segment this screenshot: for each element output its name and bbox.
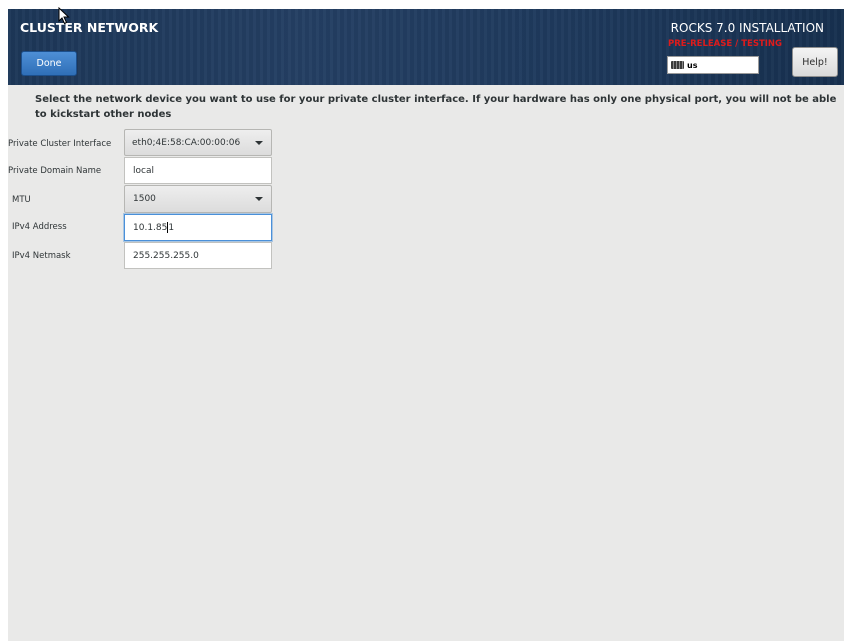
domain-field[interactable]: local	[124, 157, 272, 184]
interface-label: Private Cluster Interface	[8, 139, 112, 149]
interface-dropdown[interactable]: eth0;4E:58:CA:00:00:06	[124, 129, 272, 156]
ipv4-netmask-field[interactable]: 255.255.255.0	[124, 242, 272, 269]
mtu-dropdown[interactable]: 1500	[124, 185, 272, 213]
keyboard-layout-label: us	[687, 60, 698, 70]
chevron-down-icon	[255, 140, 263, 145]
chevron-down-icon	[255, 197, 263, 201]
ipv4-address-label: IPv4 Address	[12, 222, 67, 232]
prerelease-banner: PRE-RELEASE / TESTING	[668, 39, 782, 49]
ipv4-netmask-value: 255.255.255.0	[133, 250, 199, 261]
help-button[interactable]: Help!	[792, 47, 838, 77]
instructions-text: Select the network device you want to us…	[35, 94, 837, 120]
keyboard-icon	[671, 61, 684, 69]
product-title: ROCKS 7.0 INSTALLATION	[670, 21, 824, 35]
domain-value: local	[133, 165, 154, 176]
page-title: CLUSTER NETWORK	[20, 20, 159, 35]
interface-value: eth0;4E:58:CA:00:00:06	[132, 137, 241, 148]
header-bar: CLUSTER NETWORK Done ROCKS 7.0 INSTALLAT…	[8, 9, 844, 85]
installer-window: CLUSTER NETWORK Done ROCKS 7.0 INSTALLAT…	[8, 9, 844, 641]
mtu-value: 1500	[133, 194, 156, 204]
mouse-pointer-icon	[58, 7, 70, 25]
done-button[interactable]: Done	[21, 51, 77, 76]
mtu-label: MTU	[12, 195, 31, 205]
ipv4-address-field[interactable]: 10.1.851	[124, 214, 272, 241]
keyboard-layout-indicator[interactable]: us	[667, 56, 759, 74]
ipv4-netmask-label: IPv4 Netmask	[12, 251, 71, 261]
domain-label: Private Domain Name	[8, 166, 102, 176]
ipv4-address-value: 10.1.851	[133, 222, 175, 233]
